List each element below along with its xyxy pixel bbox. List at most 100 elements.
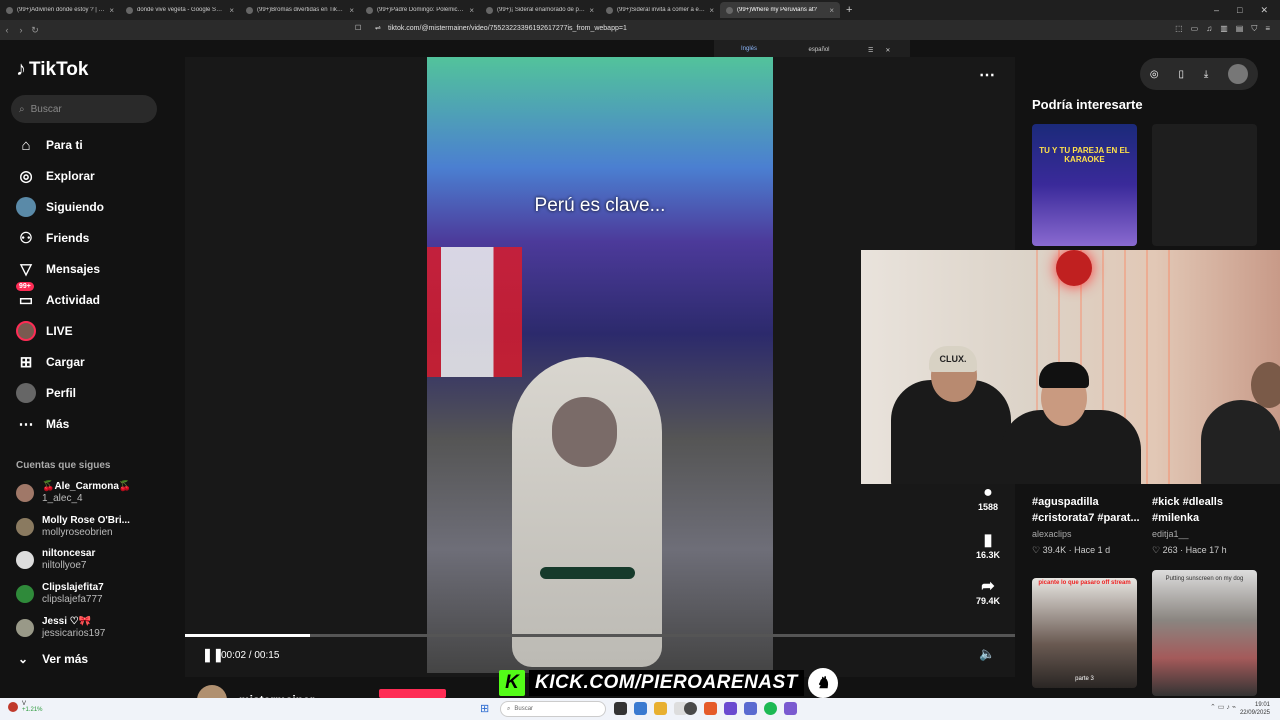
close-tab-icon[interactable]: × bbox=[589, 6, 594, 15]
discord-icon[interactable] bbox=[744, 702, 757, 715]
progress-bar[interactable] bbox=[185, 634, 1015, 637]
more-options-icon[interactable]: ⋯ bbox=[979, 65, 995, 85]
recommended-thumbnail[interactable]: Putting sunscreen on my dog bbox=[1152, 570, 1257, 696]
translate-menu-icon[interactable]: ☰ bbox=[868, 47, 873, 54]
bookmark-page-icon[interactable]: ☐ bbox=[355, 24, 361, 32]
maximize-icon[interactable]: □ bbox=[1237, 5, 1242, 16]
close-tab-icon[interactable]: × bbox=[469, 6, 474, 15]
browser-tab[interactable]: (99+)Adivinen dónde estoy ? | rosan × bbox=[0, 2, 120, 18]
close-tab-icon[interactable]: × bbox=[829, 6, 834, 15]
download-icon[interactable]: ⤓ bbox=[1204, 69, 1208, 80]
menu-icon[interactable]: ≡ bbox=[1265, 24, 1270, 34]
following-account[interactable]: Jessi ♡🎀 jessicarios197 bbox=[16, 616, 105, 640]
following-account[interactable]: niltoncesar niltollyoe7 bbox=[16, 548, 95, 572]
browser-tab-active[interactable]: (99+)Where my Peruvians at? × bbox=[720, 2, 840, 18]
shield-icon[interactable]: ⛉ bbox=[1251, 24, 1257, 34]
extension-icon[interactable]: ⬚ bbox=[1175, 24, 1183, 34]
sidebar-item-friends[interactable]: ⚇ Friends bbox=[16, 228, 89, 248]
screenshot-icon[interactable]: ▭ bbox=[1191, 24, 1199, 34]
search-input[interactable]: ⌕ Buscar bbox=[11, 95, 157, 123]
following-account[interactable]: Clipslajefita7 clipslajefa777 bbox=[16, 582, 104, 606]
browser-tab[interactable]: (99+)Padre Domingo: Polémicas y C × bbox=[360, 2, 480, 18]
sidebar-icon[interactable]: ▥ bbox=[1220, 24, 1228, 34]
new-tab-button[interactable]: + bbox=[846, 4, 852, 16]
following-account[interactable]: Molly Rose O'Bri... mollyroseobrien bbox=[16, 515, 130, 539]
spotify-icon[interactable] bbox=[764, 702, 777, 715]
system-clock[interactable]: 19:01 22/09/2025 bbox=[1240, 701, 1270, 717]
video-time: 00:02 / 00:15 bbox=[221, 650, 280, 661]
sidebar-item-mensajes[interactable]: ▽ Mensajes bbox=[16, 259, 100, 279]
browser-tab[interactable]: donde vive vegeta - Google Search × bbox=[120, 2, 240, 18]
sidebar-item-siguiendo[interactable]: Siguiendo bbox=[16, 197, 104, 217]
header-actions: ◎ ▯ ⤓ bbox=[1140, 58, 1258, 90]
account-name: niltoncesar bbox=[42, 548, 96, 559]
video-frame[interactable]: Perú es clave... bbox=[427, 57, 773, 673]
recommended-card[interactable]: #aguspadilla #cristorata7 #parat... alex… bbox=[1032, 494, 1142, 558]
browser-tab[interactable]: (99+)Bromas divertidas en TikTok co × bbox=[240, 2, 360, 18]
tab-title: (99+)Sideral invita a comer a emeteo bbox=[617, 7, 705, 13]
account-username: niltollyoe7 bbox=[42, 560, 87, 571]
minimize-icon[interactable]: – bbox=[1214, 5, 1219, 16]
sidebar-item-actividad[interactable]: ▭ 99+ Actividad bbox=[16, 282, 100, 310]
teams-icon[interactable] bbox=[724, 702, 737, 715]
sidebar-item-cargar[interactable]: ⊞ Cargar bbox=[16, 352, 85, 372]
following-account[interactable]: 🍒Ale_Carmona🍒 1_alec_4 bbox=[16, 481, 131, 505]
taskbar-search-placeholder: Buscar bbox=[514, 706, 534, 712]
user-avatar[interactable] bbox=[1228, 64, 1249, 84]
close-tab-icon[interactable]: × bbox=[229, 6, 234, 15]
sidebar-item-explorar[interactable]: ◎ Explorar bbox=[16, 166, 94, 186]
sidebar-item-perfil[interactable]: Perfil bbox=[16, 383, 76, 403]
volume-icon[interactable]: 🔈 bbox=[979, 646, 995, 662]
explore-icon[interactable]: ◎ bbox=[1150, 69, 1159, 80]
recommended-card[interactable]: #kick #dlealls #milenka editja1__ ♡ 263 … bbox=[1152, 494, 1262, 558]
browser-tab[interactable]: (99+)¡ Sideral enamorado de patito × bbox=[480, 2, 600, 18]
reload-icon[interactable]: ↻ bbox=[28, 25, 42, 36]
share-count: 79.4K bbox=[975, 596, 1001, 606]
close-tab-icon[interactable]: × bbox=[709, 6, 714, 15]
obs-icon[interactable] bbox=[684, 702, 697, 715]
close-tab-icon[interactable]: × bbox=[109, 6, 114, 15]
system-tray-icons[interactable]: ⌃ ▭ ♪ ⌁ bbox=[1210, 703, 1236, 711]
weather-widget[interactable]: V +1.21% bbox=[8, 701, 43, 713]
brave-icon[interactable] bbox=[704, 702, 717, 715]
windows-start-icon[interactable]: ⊞ bbox=[480, 702, 489, 715]
translate-close-icon[interactable]: ✕ bbox=[885, 47, 890, 54]
phone-icon[interactable]: ▯ bbox=[1178, 69, 1184, 80]
close-tab-icon[interactable]: × bbox=[349, 6, 354, 15]
recommended-thumbnail[interactable]: TU Y TU PAREJA EN EL KARAOKE bbox=[1032, 124, 1137, 246]
close-window-icon[interactable]: ✕ bbox=[1260, 5, 1268, 16]
comment-button[interactable]: ● 1588 bbox=[973, 484, 1003, 512]
follow-button[interactable] bbox=[379, 689, 446, 698]
sidebar-item-para-ti[interactable]: ⌂ Para ti bbox=[16, 135, 82, 155]
tab-title: (99+)Where my Peruvians at? bbox=[737, 7, 817, 13]
forward-icon[interactable]: › bbox=[14, 25, 28, 35]
sidebar-item-live[interactable]: LIVE bbox=[16, 321, 73, 341]
recommended-thumbnail[interactable] bbox=[1152, 124, 1257, 246]
clock-time: 19:01 bbox=[1254, 702, 1270, 708]
tiktok-favicon-icon bbox=[366, 6, 373, 14]
bookmark-button[interactable]: ▮ 16.3K bbox=[973, 530, 1003, 560]
site-info-icon[interactable]: ⇌ bbox=[375, 24, 381, 32]
edge-icon[interactable] bbox=[634, 702, 647, 715]
back-icon[interactable]: ‹ bbox=[0, 25, 14, 35]
window-controls: – □ ✕ bbox=[1214, 5, 1280, 16]
comment-icon: ● bbox=[983, 484, 993, 501]
wallet-icon[interactable]: ▤ bbox=[1236, 24, 1244, 34]
music-icon[interactable]: ♫ bbox=[1206, 24, 1212, 34]
avatar bbox=[16, 619, 34, 637]
more-icon: ⋯ bbox=[18, 416, 34, 433]
sidebar-item-label: Cargar bbox=[46, 355, 85, 369]
sidebar-item-mas[interactable]: ⋯ Más bbox=[16, 414, 70, 434]
tiktok-logo[interactable]: ♪ TikTok bbox=[16, 58, 88, 81]
task-view-icon[interactable] bbox=[614, 702, 627, 715]
app-icon[interactable] bbox=[784, 702, 797, 715]
file-explorer-icon[interactable] bbox=[654, 702, 667, 715]
recommended-thumbnail[interactable]: picante lo que pasaro off stream parte 3 bbox=[1032, 578, 1137, 688]
share-button[interactable]: ➦ 79.4K bbox=[973, 576, 1003, 606]
taskbar-search-input[interactable]: ⌕ Buscar bbox=[500, 701, 606, 717]
see-more-button[interactable]: ⌄ Ver más bbox=[18, 652, 88, 666]
url-field[interactable]: tiktok.com/@mistermainer/video/755232233… bbox=[388, 25, 627, 32]
card-stats: ♡ 263 · Hace 17 h bbox=[1152, 545, 1227, 555]
browser-tab[interactable]: (99+)Sideral invita a comer a emeteo × bbox=[600, 2, 720, 18]
logo-text: TikTok bbox=[29, 58, 89, 80]
